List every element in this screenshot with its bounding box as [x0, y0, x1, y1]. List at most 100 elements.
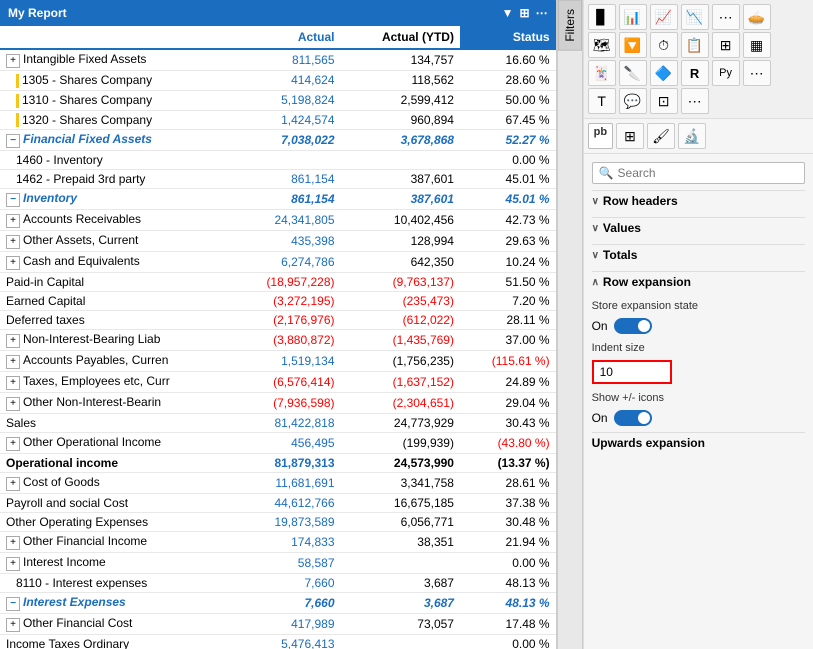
tb-btn-analytics[interactable]: 🔬: [678, 123, 706, 149]
row-actual-cell: 1,519,134: [221, 351, 340, 372]
section-values[interactable]: ∨ Values: [592, 217, 805, 238]
expand-icon[interactable]: +: [6, 397, 20, 411]
tb-btn-col[interactable]: 📊: [619, 4, 647, 30]
row-ytd-cell: 3,341,758: [341, 473, 460, 494]
row-status-cell: 16.60 %: [460, 49, 556, 71]
expand-icon[interactable]: +: [6, 214, 20, 228]
filter-icon[interactable]: ▼: [502, 6, 514, 20]
row-name-cell: −Financial Fixed Assets: [0, 130, 221, 151]
expand-icon[interactable]: +: [6, 54, 20, 68]
row-name-cell: −Inventory: [0, 189, 221, 210]
tb-btn-funnel[interactable]: 🔽: [619, 32, 647, 58]
table-row: +Cash and Equivalents6,274,786642,35010.…: [0, 252, 556, 273]
table-row: +Intangible Fixed Assets811,565134,75716…: [0, 49, 556, 71]
expand-icon[interactable]: +: [6, 235, 20, 249]
expand-icon[interactable]: −: [6, 193, 20, 207]
row-status-cell: 28.11 %: [460, 311, 556, 330]
row-status-cell: 51.50 %: [460, 273, 556, 292]
section-upwards[interactable]: Upwards expansion: [592, 432, 805, 453]
expand-icon[interactable]: +: [6, 376, 20, 390]
tb-btn-py[interactable]: Py: [712, 60, 740, 86]
tb-btn-card[interactable]: 🃏: [588, 60, 616, 86]
section-totals[interactable]: ∨ Totals: [592, 244, 805, 265]
section-row-expansion[interactable]: ∧ Row expansion: [592, 271, 805, 292]
row-actual-cell: 24,341,805: [221, 210, 340, 231]
row-ytd-cell: (612,022): [341, 311, 460, 330]
tb-btn-paint[interactable]: 🖌: [647, 123, 675, 149]
expand-icon[interactable]: +: [6, 536, 20, 550]
row-name-text: Other Non-Interest-Bearin: [23, 395, 161, 409]
row-name-cell: +Taxes, Employees etc, Curr: [0, 372, 221, 393]
tb-btn-table2[interactable]: ⊞: [712, 32, 740, 58]
table-row: +Other Assets, Current435,398128,99429.6…: [0, 231, 556, 252]
row-name-cell: +Other Non-Interest-Bearin: [0, 393, 221, 414]
row-name-cell: 1305 - Shares Company: [0, 71, 221, 91]
table-row: +Accounts Receivables24,341,80510,402,45…: [0, 210, 556, 231]
tb-btn-chat[interactable]: 💬: [619, 88, 647, 114]
row-name-text: 1310 - Shares Company: [22, 93, 152, 107]
tb-btn-text[interactable]: T: [588, 88, 616, 114]
expand-icon[interactable]: +: [6, 437, 20, 451]
tb-btn-dots[interactable]: ⋯: [681, 88, 709, 114]
row-status-cell: 0.00 %: [460, 553, 556, 574]
row-status-cell: 17.48 %: [460, 614, 556, 635]
row-name-text: Accounts Receivables: [23, 212, 141, 226]
tb-btn-bar[interactable]: ▊: [588, 4, 616, 30]
expand-icon[interactable]: +: [6, 618, 20, 632]
report-header: My Report ▼ ⊞ ⋯: [0, 0, 556, 26]
row-status-cell: 52.27 %: [460, 130, 556, 151]
row-name-text: Cost of Goods: [23, 475, 100, 489]
search-box[interactable]: 🔍: [592, 162, 805, 184]
tb-btn-map[interactable]: 🗺: [588, 32, 616, 58]
tb-btn-slicer[interactable]: 🔪: [619, 60, 647, 86]
tb-btn-more2[interactable]: ⋯: [743, 60, 771, 86]
table-row: 8110 - Interest expenses7,6603,68748.13 …: [0, 574, 556, 593]
yellow-bar: [16, 94, 19, 108]
expand-icon[interactable]: +: [6, 334, 20, 348]
table-row: Deferred taxes(2,176,976)(612,022)28.11 …: [0, 311, 556, 330]
tb-btn-line[interactable]: 📈: [650, 4, 678, 30]
table-row: +Cost of Goods11,681,6913,341,75828.61 %: [0, 473, 556, 494]
left-panel: My Report ▼ ⊞ ⋯ Actual Actual (YTD) Stat…: [0, 0, 557, 649]
more-icon[interactable]: ⋯: [536, 6, 548, 20]
tb-btn-gauge[interactable]: ⏱: [650, 32, 678, 58]
section-row-headers[interactable]: ∨ Row headers: [592, 190, 805, 211]
tb-btn-r[interactable]: R: [681, 60, 709, 86]
tb-btn-qr[interactable]: ⊡: [650, 88, 678, 114]
report-header-icons: ▼ ⊞ ⋯: [502, 6, 548, 20]
indent-size-input[interactable]: [592, 360, 672, 384]
expand-icon[interactable]: −: [6, 597, 20, 611]
tb-btn-kpi[interactable]: 📋: [681, 32, 709, 58]
expand-icon[interactable]: +: [6, 557, 20, 571]
tb-btn-pie[interactable]: 🥧: [743, 4, 771, 30]
chevron-row-headers: ∨: [592, 196, 599, 207]
expand-icon[interactable]: +: [6, 477, 20, 491]
row-name-cell: Payroll and social Cost: [0, 494, 221, 513]
row-name-text: Intangible Fixed Assets: [23, 52, 146, 66]
expand-icon[interactable]: +: [6, 355, 20, 369]
tb-btn-scatter[interactable]: ⋯: [712, 4, 740, 30]
table-row: 1460 - Inventory0.00 %: [0, 151, 556, 170]
tb-btn-matrix[interactable]: ▦: [743, 32, 771, 58]
row-ytd-cell: 3,687: [341, 574, 460, 593]
filters-label[interactable]: Filters: [558, 0, 582, 51]
row-name-cell: Other Operating Expenses: [0, 513, 221, 532]
expand-icon[interactable]: +: [6, 256, 20, 270]
tb-btn-shape[interactable]: 🔷: [650, 60, 678, 86]
tb-btn-area[interactable]: 📉: [681, 4, 709, 30]
store-expansion-toggle[interactable]: [614, 318, 652, 334]
expand-icon[interactable]: ⊞: [520, 6, 530, 20]
tb-btn-grid2[interactable]: ⊞: [616, 123, 644, 149]
show-icons-toggle[interactable]: [614, 410, 652, 426]
row-ytd-cell: [341, 553, 460, 574]
table-container: Actual Actual (YTD) Status +Intangible F…: [0, 26, 556, 649]
row-actual-cell: 7,660: [221, 574, 340, 593]
row-actual-cell: 19,873,589: [221, 513, 340, 532]
row-ytd-cell: 24,573,990: [341, 454, 460, 473]
expand-icon[interactable]: −: [6, 134, 20, 148]
row-actual-cell: (2,176,976): [221, 311, 340, 330]
row-status-cell: 48.13 %: [460, 593, 556, 614]
search-input[interactable]: [618, 166, 798, 180]
row-status-cell: 7.20 %: [460, 292, 556, 311]
row-status-cell: 0.00 %: [460, 635, 556, 649]
